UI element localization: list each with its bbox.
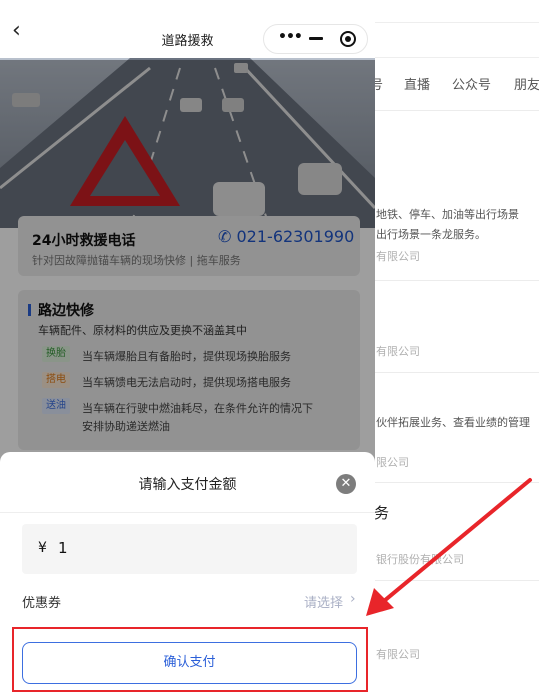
background-tabs: 号 直播 公众号 朋友 [370, 70, 539, 96]
background-text: 地铁、停车、加油等出行场景 [376, 208, 519, 221]
close-miniprogram-icon[interactable] [340, 31, 356, 47]
chevron-right-icon[interactable]: › [350, 591, 356, 607]
currency-symbol: ¥ [38, 540, 47, 556]
annotation-arrow-icon [366, 478, 532, 616]
coupon-label: 优惠券 [22, 596, 62, 611]
background-text: 有限公司 [376, 648, 420, 661]
divider [0, 512, 375, 513]
annotation-highlight-box [12, 627, 368, 692]
mini-program-window: ‹ 道路援救 ••• 24小时救援电话 ✆ 021-62301990 针对因故障… [0, 0, 375, 692]
background-tab[interactable]: 直播 [404, 74, 430, 93]
coupon-select[interactable]: 请选择 [304, 592, 343, 611]
background-text: 限公司 [376, 456, 409, 469]
background-text: 出行场景一条龙服务。 [376, 228, 486, 241]
payment-sheet-title: 请输入支付金额 [138, 477, 237, 493]
background-search-bar [374, 22, 539, 58]
minimize-icon[interactable] [309, 37, 323, 40]
navigation-bar: ‹ 道路援救 ••• [0, 0, 375, 60]
background-text: 有限公司 [376, 250, 420, 263]
mini-program-capsule: ••• [263, 24, 368, 54]
close-icon[interactable]: ✕ [336, 474, 356, 494]
more-icon[interactable]: ••• [278, 29, 303, 45]
amount-value: 1 [58, 539, 68, 557]
background-text: 伙伴拓展业务、查看业绩的管理 [376, 416, 530, 429]
amount-input[interactable]: ¥ 1 [22, 524, 357, 574]
background-tab[interactable]: 公众号 [452, 74, 491, 93]
background-text: 有限公司 [376, 345, 420, 358]
background-tab[interactable]: 朋友 [514, 74, 539, 93]
